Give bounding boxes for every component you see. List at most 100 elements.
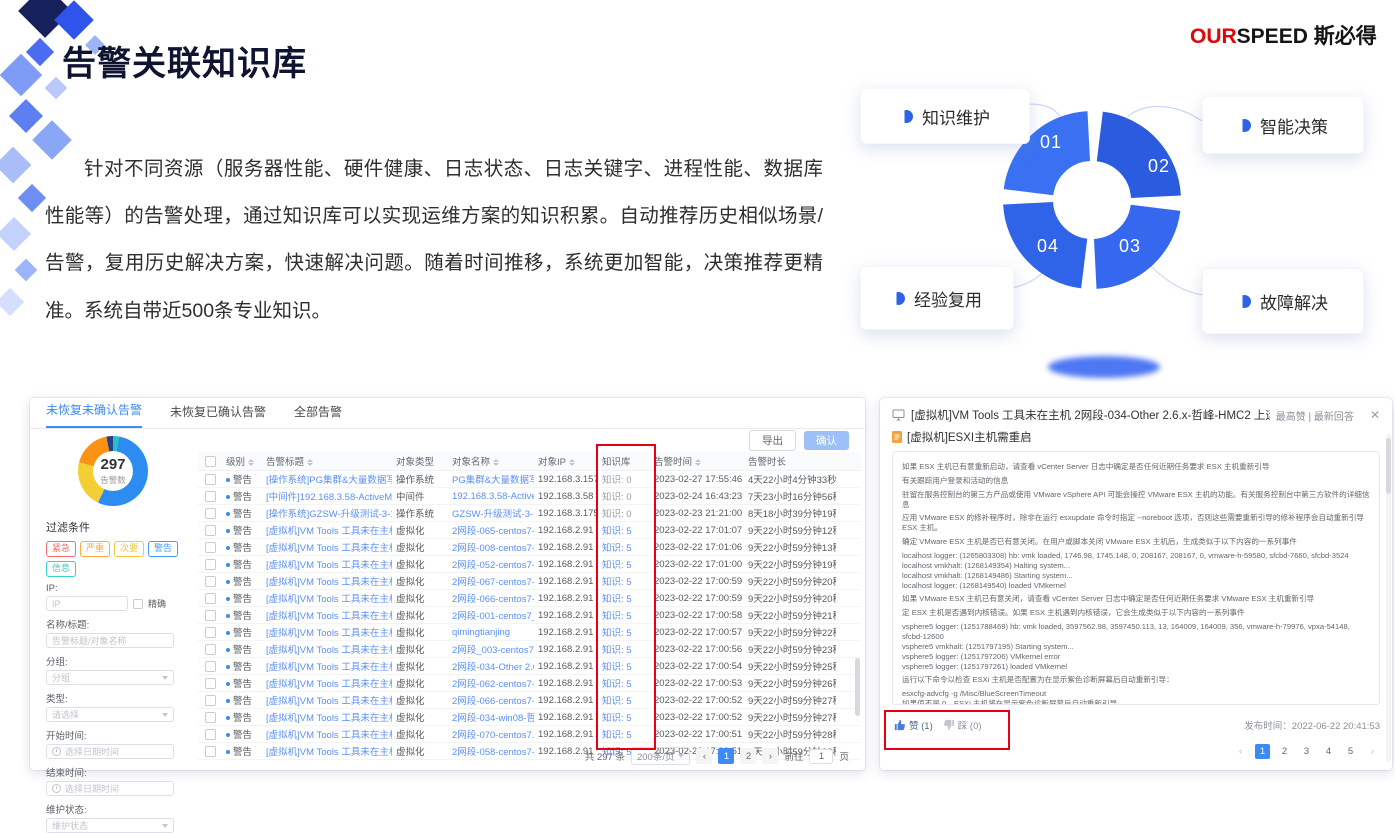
kb-page-button-4[interactable]: 4 xyxy=(1321,744,1336,759)
object-name-link[interactable]: 2网段-066-centos7-陈雄... xyxy=(448,693,534,707)
alert-title-link[interactable]: [虚拟机]VM Tools 工具未在主机, 2网段-070-cento... xyxy=(262,727,392,741)
page-size-select[interactable]: 200条/页 xyxy=(631,747,691,765)
knowledge-count-link[interactable]: 知识: 5 xyxy=(598,676,650,690)
severity-button-警告[interactable]: 警告 xyxy=(148,541,178,557)
sort-icon[interactable] xyxy=(248,459,254,466)
row-checkbox[interactable] xyxy=(205,508,216,519)
row-checkbox[interactable] xyxy=(205,678,216,689)
kb-article-title[interactable]: [虚拟机]ESXI主机需重启 xyxy=(907,429,1032,445)
alert-title-link[interactable]: [虚拟机]VM Tools 工具未在主机, 2网段-058-cento... xyxy=(262,744,392,758)
exact-match-checkbox[interactable] xyxy=(133,599,143,609)
sort-icon[interactable] xyxy=(695,459,701,466)
alert-title-link[interactable]: [虚拟机]VM Tools 工具未在主机, 2网段-034-Other... xyxy=(262,659,392,673)
alert-title-link[interactable]: [虚拟机]VM Tools 工具未在主机, 2网段-062-cento... xyxy=(262,676,392,690)
knowledge-count-link[interactable]: 知识: 5 xyxy=(598,659,650,673)
knowledge-count-link[interactable]: 知识: 5 xyxy=(598,608,650,622)
object-name-link[interactable]: 2网段-067-centos7-陈雄... xyxy=(448,574,534,588)
table-header-对象名称[interactable]: 对象名称 xyxy=(448,454,534,468)
kb-page-button-3[interactable]: 3 xyxy=(1299,744,1314,759)
alert-title-link[interactable]: [虚拟机]VM Tools 工具未在主机, 2网段-034-win08... xyxy=(262,710,392,724)
alert-title-link[interactable]: [操作系统]GZSW-升级测试-3-175上/分区磁盘空... xyxy=(262,506,392,520)
table-header-对象IP[interactable]: 对象IP xyxy=(534,454,598,468)
alert-title-link[interactable]: [虚拟机]VM Tools 工具未在主机, 2网段-008-cento... xyxy=(262,540,392,554)
row-checkbox[interactable] xyxy=(205,746,216,757)
object-name-link[interactable]: qimingtianjing xyxy=(448,627,534,638)
row-checkbox[interactable] xyxy=(205,525,216,536)
alert-title-link[interactable]: [虚拟机]VM Tools 工具未在主机, 2网段-066-cento... xyxy=(262,591,392,605)
page-button-1[interactable]: 1 xyxy=(718,748,734,764)
knowledge-count-link[interactable]: 知识: 5 xyxy=(598,710,650,724)
row-checkbox[interactable] xyxy=(205,695,216,706)
row-checkbox[interactable] xyxy=(205,576,216,587)
object-name-link[interactable]: 2网段-065-centos7-郭发... xyxy=(448,523,534,537)
object-name-link[interactable]: GZSW-升级测试-3-175 xyxy=(448,506,534,520)
alert-title-link[interactable]: [虚拟机]VM Tools 工具未在主机, 2网段-067-cento... xyxy=(262,574,392,588)
alert-title-link[interactable]: [虚拟机]VM Tools 工具未在主机, 2网段_003-cento... xyxy=(262,642,392,656)
knowledge-count-link[interactable]: 知识: 5 xyxy=(598,727,650,741)
object-name-link[interactable]: 192.168.3.58-ActiveMQ xyxy=(448,491,534,502)
row-checkbox[interactable] xyxy=(205,559,216,570)
alert-title-link[interactable]: [操作系统]PG集群&大量数据写入-数据源-3-157 ... xyxy=(262,472,392,486)
object-name-link[interactable]: PG集群&大量数据写入-数... xyxy=(448,472,534,486)
tab-未恢复已确认告警[interactable]: 未恢复已确认告警 xyxy=(170,399,266,428)
knowledge-count-link[interactable]: 知识: 5 xyxy=(598,642,650,656)
filter-input-0[interactable]: IP xyxy=(46,596,128,611)
row-checkbox[interactable] xyxy=(205,542,216,553)
filter-select-6[interactable]: 维护状态 xyxy=(46,818,174,833)
select-all-checkbox[interactable] xyxy=(205,456,216,467)
object-name-link[interactable]: 2网段-034-win08-哲峰-H... xyxy=(448,710,534,724)
severity-button-信息[interactable]: 信息 xyxy=(46,561,76,577)
row-checkbox[interactable] xyxy=(205,627,216,638)
kb-page-button-5[interactable]: 5 xyxy=(1343,744,1358,759)
tab-全部告警[interactable]: 全部告警 xyxy=(294,399,342,428)
prev-page-button[interactable]: ‹ xyxy=(696,748,712,764)
object-name-link[interactable]: 2网段-058-centos7-徐国... xyxy=(448,744,534,758)
alert-title-link[interactable]: [虚拟机]VM Tools 工具未在主机, 2网段-065-cento... xyxy=(262,523,392,537)
severity-button-紧急[interactable]: 紧急 xyxy=(46,541,76,557)
alert-title-link[interactable]: [虚拟机]VM Tools 工具未在主机, qimingtianjing ... xyxy=(262,625,392,639)
object-name-link[interactable]: 2网段-070-centos7.5-徐国... xyxy=(448,727,534,741)
alert-title-link[interactable]: [虚拟机]VM Tools 工具未在主机, 2网段-052-cento... xyxy=(262,557,392,571)
sort-icon[interactable] xyxy=(493,459,499,466)
row-checkbox[interactable] xyxy=(205,610,216,621)
object-name-link[interactable]: 2网段-062-centos7-刘俊... xyxy=(448,676,534,690)
sort-icon[interactable] xyxy=(569,459,575,466)
dislike-button[interactable]: 踩 (0) xyxy=(943,718,982,732)
table-header-级别[interactable]: 级别 xyxy=(222,454,262,468)
tab-未恢复未确认告警[interactable]: 未恢复未确认告警 xyxy=(46,397,142,428)
alert-title-link[interactable]: [虚拟机]VM Tools 工具未在主机, 2网段-066-cento... xyxy=(262,693,392,707)
kb-scrollbar[interactable] xyxy=(1386,438,1391,494)
export-button[interactable]: 导出 xyxy=(749,430,796,451)
table-scrollbar[interactable] xyxy=(855,658,860,716)
alert-title-link[interactable]: [中间件]192.168.3.58-ActiveMQ主机上内存池PS S... xyxy=(262,489,392,503)
filter-input-4[interactable]: 选择日期时间 xyxy=(46,744,174,759)
filter-select-2[interactable]: 分组 xyxy=(46,670,174,685)
kb-page-button-2[interactable]: 2 xyxy=(1277,744,1292,759)
severity-button-次要[interactable]: 次要 xyxy=(114,541,144,557)
filter-select-3[interactable]: 请选择 xyxy=(46,707,174,722)
like-button[interactable]: 赞 (1) xyxy=(894,718,933,732)
page-button-2[interactable]: 2 xyxy=(740,748,756,764)
close-icon[interactable]: ✕ xyxy=(1370,408,1380,422)
table-header-告警标题[interactable]: 告警标题 xyxy=(262,454,392,468)
object-name-link[interactable]: 2网段-034-Other 2.6.x-哲... xyxy=(448,659,534,673)
knowledge-count-link[interactable]: 知识: 5 xyxy=(598,574,650,588)
alert-title-link[interactable]: [虚拟机]VM Tools 工具未在主机, 2网段-001-cento... xyxy=(262,608,392,622)
kb-next-page-button[interactable]: › xyxy=(1365,744,1380,759)
table-header-告警时间[interactable]: 告警时间 xyxy=(650,454,744,468)
row-checkbox[interactable] xyxy=(205,593,216,604)
row-checkbox[interactable] xyxy=(205,661,216,672)
next-page-button[interactable]: › xyxy=(762,748,778,764)
row-checkbox[interactable] xyxy=(205,474,216,485)
severity-button-严重[interactable]: 严重 xyxy=(80,541,110,557)
knowledge-count-link[interactable]: 知识: 5 xyxy=(598,625,650,639)
object-name-link[interactable]: 2网段_003-centos7.5-储辉... xyxy=(448,642,534,656)
sort-icon[interactable] xyxy=(307,459,313,466)
row-checkbox[interactable] xyxy=(205,491,216,502)
knowledge-count-link[interactable]: 知识: 5 xyxy=(598,523,650,537)
row-checkbox[interactable] xyxy=(205,644,216,655)
confirm-button[interactable]: 确认 xyxy=(804,431,849,450)
knowledge-count-link[interactable]: 知识: 5 xyxy=(598,591,650,605)
object-name-link[interactable]: 2网段-066-centos7-陈雄... xyxy=(448,591,534,605)
kb-page-button-1[interactable]: 1 xyxy=(1255,744,1270,759)
